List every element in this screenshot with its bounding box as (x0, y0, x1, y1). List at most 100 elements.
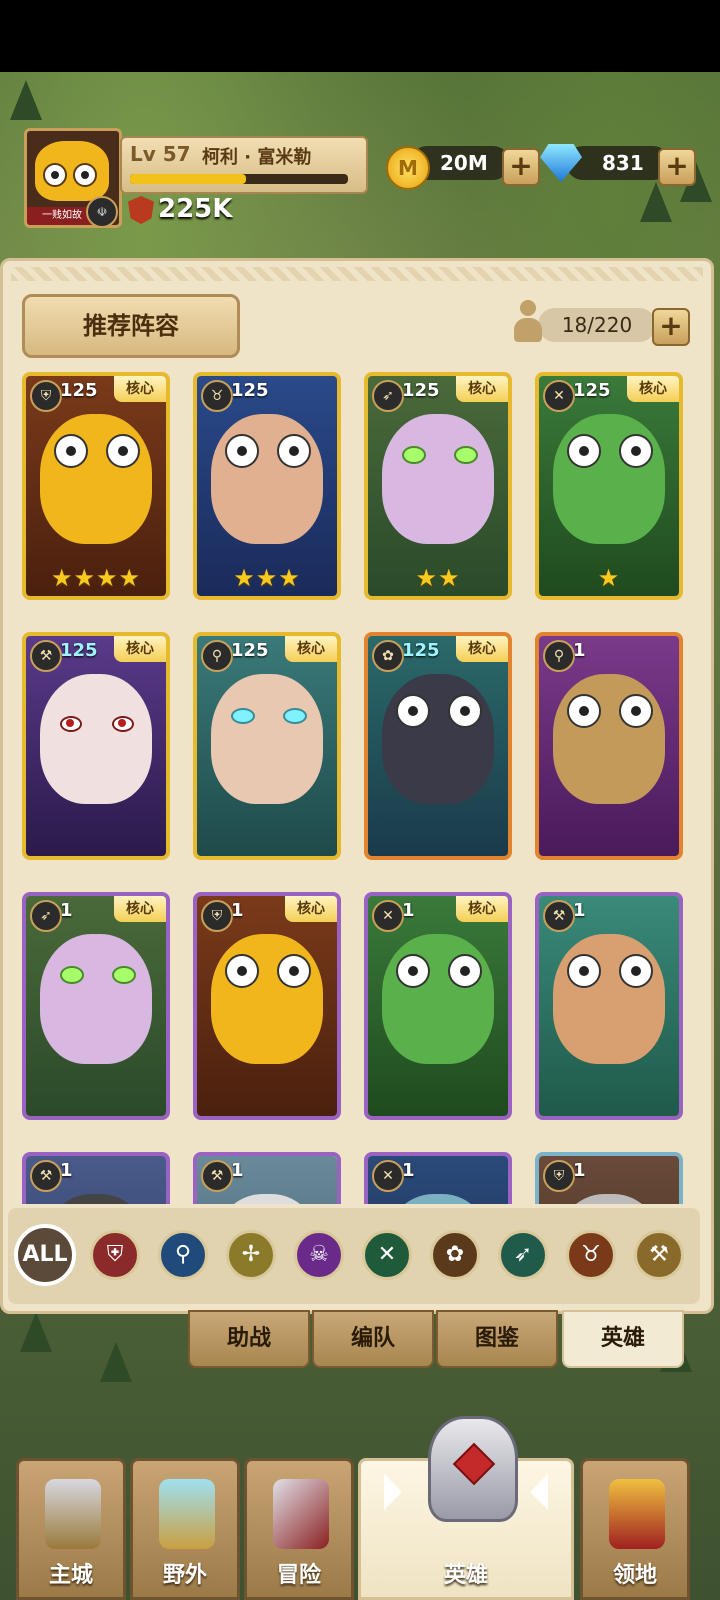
hero-eye (448, 954, 482, 988)
recommended-lineup-button[interactable]: 推荐阵容 (22, 294, 240, 358)
filter-paw-button[interactable]: ✿ (430, 1230, 480, 1280)
nav-territory[interactable]: 领地 (580, 1458, 690, 1600)
filter-shield-button[interactable]: ⛨ (90, 1230, 140, 1280)
nav-heroes-label: 英雄 (443, 1563, 488, 1588)
tab-codex[interactable]: 图鉴 (436, 1310, 558, 1368)
tree-decoration (20, 1312, 52, 1352)
hero-card[interactable]: ✕ 1 核心 (364, 892, 512, 1120)
hammer-class-icon: ⚒ (30, 1160, 62, 1192)
portal-icon (159, 1479, 215, 1549)
hero-eye (231, 708, 255, 724)
shield-icon: ⛨ (106, 1242, 124, 1267)
hero-card[interactable]: ⚒ 1 (193, 1152, 341, 1204)
filter-all-button[interactable]: ALL (14, 1224, 76, 1286)
core-tag: 核心 (114, 376, 166, 402)
hero-level: 1 (60, 1160, 73, 1181)
hero-stars: ★★★★ (50, 564, 142, 592)
hero-card[interactable]: ⚲ 125 核心 (193, 632, 341, 860)
hero-level: 125 (402, 640, 440, 661)
core-tag: 核心 (114, 636, 166, 662)
hero-card[interactable]: ♉ 125 ★★★ (193, 372, 341, 600)
status-bar (0, 0, 720, 72)
filter-skull-button[interactable]: ☠ (294, 1230, 344, 1280)
filter-bull-button[interactable]: ♉ (566, 1230, 616, 1280)
hammer-class-icon: ⚒ (201, 1160, 233, 1192)
hero-card[interactable]: ✕ 1 (364, 1152, 512, 1204)
filter-hammer-button[interactable]: ⚒ (634, 1230, 684, 1280)
filter-holy-button[interactable]: ✢ (226, 1230, 276, 1280)
skull-icon: ☠ (309, 1242, 329, 1267)
coin-amount: 20M (440, 151, 488, 175)
filter-daggers-button[interactable]: ✕ (362, 1230, 412, 1280)
hero-card[interactable]: ⚒ 1 (535, 892, 683, 1120)
hero-portrait (211, 934, 323, 1064)
crossed-swords-icon (273, 1479, 329, 1549)
tree-decoration (100, 1342, 132, 1382)
hero-card[interactable]: ➶ 1 核心 (22, 892, 170, 1120)
bull-class-icon: ♉ (201, 380, 233, 412)
filter-staff-button[interactable]: ⚲ (158, 1230, 208, 1280)
coin-icon: M (386, 146, 430, 190)
hero-level: 1 (573, 1160, 586, 1181)
hero-portrait (553, 934, 665, 1064)
hero-card[interactable]: ⛨ 1 核心 (193, 892, 341, 1120)
helmet-icon (428, 1416, 518, 1522)
hero-eye (619, 434, 653, 468)
core-tag: 核心 (456, 636, 508, 662)
filter-bow-button[interactable]: ➶ (498, 1230, 548, 1280)
hero-card[interactable]: ⚒ 125 核心 (22, 632, 170, 860)
nav-main-city[interactable]: 主城 (16, 1458, 126, 1600)
hero-eye (60, 716, 82, 732)
tab-heroes[interactable]: 英雄 (562, 1310, 684, 1368)
hero-card[interactable]: ✿ 125 核心 (364, 632, 512, 860)
hero-eye (225, 434, 259, 468)
hero-card[interactable]: ⛨ 1 (535, 1152, 683, 1204)
shield-class-icon: ⛨ (201, 900, 233, 932)
hero-eye (567, 694, 601, 728)
hero-eye (448, 694, 482, 728)
tree-decoration (640, 182, 672, 222)
core-tag: 核心 (456, 896, 508, 922)
core-tag: 核心 (285, 636, 337, 662)
xp-bar-fill (130, 174, 246, 184)
hero-count: 18/220 (538, 308, 656, 342)
hero-eye (54, 434, 88, 468)
xp-bar (130, 174, 348, 184)
nav-wild[interactable]: 野外 (130, 1458, 240, 1600)
hero-eye (112, 966, 136, 984)
tab-formation[interactable]: 编队 (312, 1310, 434, 1368)
player-name-plate[interactable]: Lv 57 柯利 · 富米勒 (120, 136, 368, 194)
paw-class-icon: ✿ (372, 640, 404, 672)
hero-eye (225, 954, 259, 988)
hero-portrait (382, 674, 494, 804)
hero-level: 1 (573, 900, 586, 921)
hero-level: 1 (60, 900, 73, 921)
hero-card[interactable]: ⚲ 1 (535, 632, 683, 860)
hero-eye (277, 954, 311, 988)
castle-icon (45, 1479, 101, 1549)
hero-card[interactable]: ⛨ 125 核心 ★★★★ (22, 372, 170, 600)
add-gems-button[interactable]: + (658, 148, 696, 186)
tree-decoration (10, 80, 42, 120)
banner-icon (609, 1479, 665, 1549)
nav-adventure[interactable]: 冒险 (244, 1458, 354, 1600)
hero-card[interactable]: ⚒ 1 (22, 1152, 170, 1204)
bow-icon: ➶ (513, 1242, 533, 1267)
hero-eye (567, 954, 601, 988)
hero-portrait (553, 414, 665, 544)
hero-eye (619, 694, 653, 728)
expand-hero-slots-button[interactable]: + (652, 308, 690, 346)
hero-card[interactable]: ✕ 125 核心 ★ (535, 372, 683, 600)
hero-level: 1 (231, 900, 244, 921)
hammer-class-icon: ⚒ (543, 900, 575, 932)
paw-icon: ✿ (445, 1242, 465, 1267)
add-coins-button[interactable]: + (502, 148, 540, 186)
hero-portrait (382, 414, 494, 544)
player-level: Lv 57 (130, 142, 191, 166)
tab-support[interactable]: 助战 (188, 1310, 310, 1368)
hero-level: 125 (402, 380, 440, 401)
hero-card[interactable]: ➶ 125 核心 ★★ (364, 372, 512, 600)
hero-eye (396, 954, 430, 988)
hero-portrait (211, 414, 323, 544)
core-tag: 核心 (114, 896, 166, 922)
